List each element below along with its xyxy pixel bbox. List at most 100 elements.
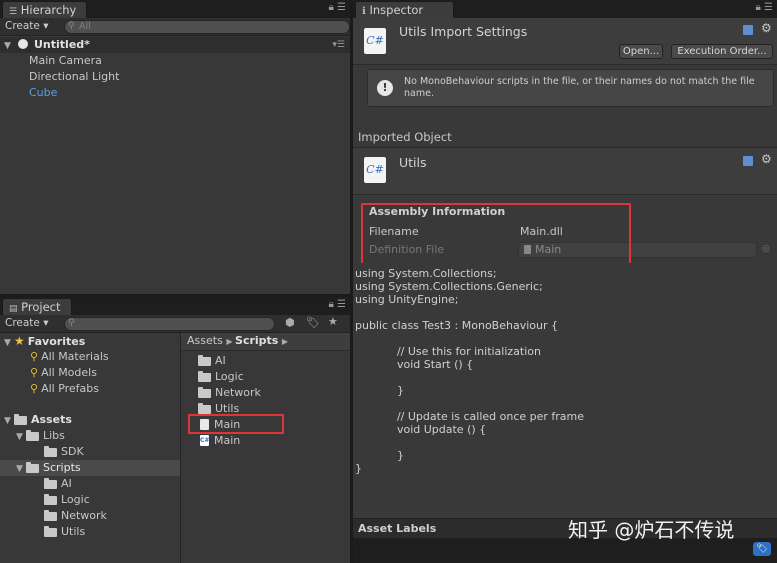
favorites-row[interactable]: ▼ ★ Favorites (4, 333, 85, 349)
code-line: using System.Collections; (355, 267, 497, 280)
favorite-star-icon[interactable]: ★ (328, 315, 338, 328)
folder-label: Scripts (43, 461, 81, 474)
asset-labels-title: Asset Labels (358, 522, 437, 535)
hierarchy-item-cube[interactable]: Cube (29, 85, 57, 101)
inspector-tab-label: Inspector (369, 3, 424, 17)
inspector-tab[interactable]: ℹ Inspector (355, 1, 455, 19)
list-folder-network[interactable]: Network (198, 385, 261, 401)
inspector-panel: ℹ Inspector 🔒︎ ☰ C# Utils Import Setting… (353, 0, 777, 563)
project-folder-tree: ▼ ★ Favorites ⚲ All Materials ⚲ All Models ⚲… (0, 333, 180, 563)
project-tab-options[interactable]: 🔒︎ ☰ (329, 299, 346, 310)
project-panel: ▤ Project 🔒︎ ☰ Create ▾ ⚲ ⬢ 🏷︎ ★ ▼ ★ Favor… (0, 297, 350, 563)
scene-menu-icon[interactable]: ▾☰ (332, 37, 345, 53)
folder-icon (198, 370, 211, 382)
csharp-script-icon: C# (200, 434, 210, 446)
execution-order-button[interactable]: Execution Order... (671, 44, 773, 59)
folder-sdk[interactable]: SDK (44, 444, 84, 460)
hierarchy-item-directional-light[interactable]: Directional Light (29, 69, 119, 85)
hierarchy-create-button[interactable]: Create ▾ (5, 20, 49, 32)
list-folder-ai[interactable]: AI (198, 353, 226, 369)
project-tab[interactable]: ▤ Project (2, 298, 72, 316)
help-book-icon[interactable] (743, 25, 753, 35)
favorite-all-materials[interactable]: ⚲ All Materials (30, 349, 109, 365)
list-file-main-script[interactable]: C# Main (200, 433, 240, 449)
expand-arrow-icon[interactable]: ▼ (4, 335, 14, 351)
folder-icon (198, 402, 211, 414)
lock-icon[interactable]: 🔒︎ (329, 299, 334, 310)
hierarchy-tab-label: Hierarchy (20, 3, 77, 17)
code-line: void Update () { (355, 423, 487, 436)
help-book-icon[interactable] (743, 156, 753, 166)
hierarchy-panel: ☰ Hierarchy 🔒︎ ☰ Create ▾ ⚲ All ▼ Untitl… (0, 0, 350, 294)
folder-icon (14, 413, 27, 425)
project-list-icon: ▤ (9, 304, 18, 314)
code-line: } (355, 449, 404, 462)
hierarchy-tab[interactable]: ☰ Hierarchy (2, 1, 88, 19)
expand-arrow-icon[interactable]: ▼ (4, 38, 14, 54)
gear-icon[interactable]: ⚙ (761, 21, 772, 35)
inspector-tab-options[interactable]: 🔒︎ ☰ (756, 2, 773, 13)
project-create-button[interactable]: Create ▾ (5, 317, 49, 329)
folder-label: Network (215, 386, 261, 399)
csharp-file-icon: C# (364, 157, 386, 183)
menu-icon[interactable]: ☰ (337, 299, 346, 310)
code-line: void Start () { (355, 358, 474, 371)
folder-label: Libs (43, 429, 65, 442)
folder-icon (44, 509, 57, 521)
folder-label: Logic (61, 493, 90, 506)
lock-icon[interactable]: 🔒︎ (329, 2, 334, 13)
scene-row[interactable]: ▼ Untitled* ▾☰ (0, 37, 350, 53)
highlight-box-assembly-info (361, 203, 631, 265)
object-picker-icon[interactable]: ◎ (762, 244, 770, 254)
code-preview: using System.Collections; using System.C… (353, 263, 777, 521)
code-line: } (355, 384, 404, 397)
favorite-all-prefabs[interactable]: ⚲ All Prefabs (30, 381, 99, 397)
favorite-all-models[interactable]: ⚲ All Models (30, 365, 97, 381)
folder-libs[interactable]: ▼ Libs (16, 428, 65, 444)
search-by-type-icon[interactable]: ⬢ (285, 316, 295, 329)
folder-icon (198, 354, 211, 366)
item-label: Directional Light (29, 70, 120, 83)
folder-icon (44, 477, 57, 489)
expand-arrow-icon[interactable]: ▼ (16, 429, 26, 445)
gear-icon[interactable]: ⚙ (761, 152, 772, 166)
code-line: using UnityEngine; (355, 293, 459, 306)
menu-icon[interactable]: ☰ (337, 2, 346, 13)
highlight-box-main-file (188, 414, 284, 434)
hierarchy-search-input[interactable]: ⚲ All (64, 20, 350, 34)
folder-label: Logic (215, 370, 244, 383)
breadcrumb-assets[interactable]: Assets (187, 334, 223, 347)
expand-arrow-icon[interactable]: ▼ (16, 461, 26, 477)
folder-network[interactable]: Network (44, 508, 107, 524)
project-file-list: Assets ▶ Scripts ▶ AI Logic Network Util… (181, 333, 350, 563)
folder-scripts[interactable]: ▼ Scripts (0, 460, 180, 476)
folder-icon (26, 461, 39, 473)
lock-icon[interactable]: 🔒︎ (756, 2, 761, 13)
watermark: 知乎 @炉石不传说 (568, 518, 735, 542)
imported-object-label: Imported Object (358, 130, 452, 144)
info-circle-icon: ℹ (362, 6, 366, 17)
project-search-input[interactable]: ⚲ (64, 317, 275, 331)
folder-icon (198, 386, 211, 398)
folder-utils[interactable]: Utils (44, 524, 85, 540)
search-by-label-icon[interactable]: 🏷︎ (306, 316, 320, 329)
folder-ai[interactable]: AI (44, 476, 72, 492)
open-button[interactable]: Open... (619, 44, 663, 59)
folder-logic[interactable]: Logic (44, 492, 90, 508)
scene-name: Untitled* (34, 38, 90, 51)
expand-arrow-icon[interactable]: ▼ (4, 413, 14, 429)
menu-icon[interactable]: ☰ (764, 2, 773, 13)
imported-object-header: C# Utils ⚙ (353, 147, 777, 195)
folder-icon (44, 493, 57, 505)
label-tag-icon[interactable]: 🏷︎ (753, 542, 771, 556)
item-label: Main Camera (29, 54, 102, 67)
hierarchy-item-main-camera[interactable]: Main Camera (29, 53, 102, 69)
list-folder-logic[interactable]: Logic (198, 369, 244, 385)
assets-row[interactable]: ▼ Assets (4, 412, 72, 428)
project-tabbar: ▤ Project 🔒︎ ☰ (0, 297, 350, 316)
hierarchy-tab-options[interactable]: 🔒︎ ☰ (329, 2, 346, 13)
code-line: public class Test3 : MonoBehaviour { (355, 319, 558, 332)
breadcrumb-scripts[interactable]: Scripts (235, 334, 278, 347)
search-icon: ⚲ (68, 21, 75, 31)
favorite-label: All Models (41, 366, 97, 379)
